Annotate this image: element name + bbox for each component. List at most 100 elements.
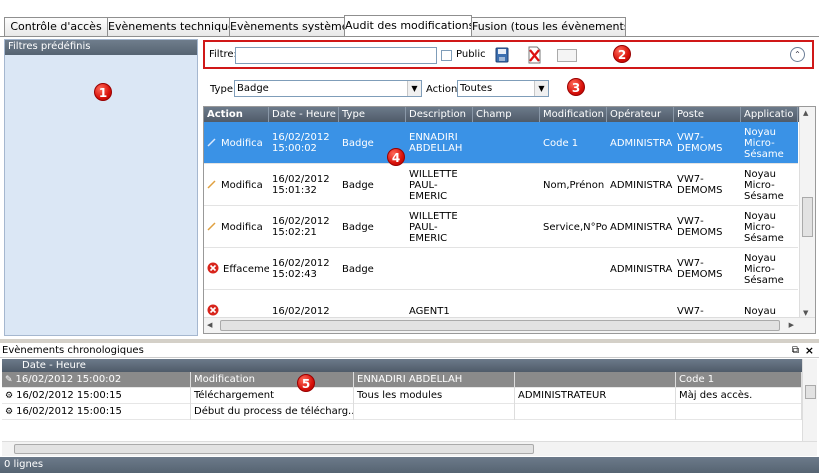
type-select-value: Badge — [237, 83, 269, 94]
cell-application: Noyau Micro-Sésame — [741, 206, 798, 248]
description-text: ENNADIRI ABDELLAH — [409, 132, 463, 154]
grid-row[interactable]: Effaceme 16/02/2012 15:02:43 Badge ADMINIST… — [204, 248, 798, 290]
close-icon[interactable]: × — [805, 343, 814, 358]
poste-text: VW7-DEMOMS — [677, 258, 723, 280]
cell-operateur: ADMINISTRA — [607, 206, 674, 248]
date-text: 16/02/2012 — [272, 305, 330, 317]
tab-fusion[interactable]: Fusion (tous les évènements) — [471, 17, 626, 36]
operateur-text: ADMINISTRA — [610, 179, 673, 191]
col-event-date[interactable]: Date - Heure — [22, 359, 86, 372]
operateur-text: ADMINISTRA — [610, 221, 673, 233]
grid-row[interactable]: Modifica 16/02/2012 15:00:02 Badge ENNADIRI… — [204, 122, 798, 164]
pencil-icon: ✎ — [5, 375, 13, 385]
event-row[interactable]: ⚙ 16/02/2012 15:00:15 Téléchargement Tous l… — [2, 388, 802, 404]
cell-poste: VW7-DEMOMS — [674, 206, 741, 248]
action-text: Modifica — [221, 137, 263, 149]
cell-type: Badge — [339, 248, 406, 290]
type-select[interactable]: Badge ▼ — [234, 80, 422, 97]
event-c2-text: Téléchargement — [194, 390, 275, 401]
cell-application: Noyau Micro-Sésame — [741, 122, 798, 164]
modification-text: Nom,Prénon — [543, 179, 605, 191]
events-vertical-scrollbar[interactable] — [802, 359, 817, 441]
filter-toolbar: Filtre: Public 2 ⌃ — [203, 40, 814, 69]
pencil-icon — [207, 221, 217, 234]
filter-input[interactable] — [235, 47, 437, 64]
modification-text: Code 1 — [543, 137, 579, 149]
event-row[interactable]: ⚙ 16/02/2012 15:00:15 Début du process de … — [2, 404, 802, 420]
gear-icon: ⚙ — [5, 407, 14, 417]
poste-text: VW7-DEMOMS — [677, 216, 723, 238]
poste-text: VW7-DEMOMS — [677, 174, 723, 196]
cell-description — [406, 248, 473, 290]
col-action[interactable]: Action — [204, 107, 269, 122]
col-date[interactable]: Date - Heure — [269, 107, 339, 122]
event-cell-c4 — [515, 404, 676, 420]
event-row[interactable]: ✎ 16/02/2012 15:00:02 Modification ENNADIRI… — [2, 372, 802, 388]
filter-label: Filtre: — [209, 49, 237, 60]
cell-type: Badge — [339, 164, 406, 206]
col-operateur[interactable]: Opérateur — [607, 107, 674, 122]
cell-modification: Code 1 — [540, 122, 607, 164]
modification-text: Service,N°Po — [543, 221, 607, 233]
col-type[interactable]: Type — [339, 107, 406, 122]
events-vertical-scroll-thumb[interactable] — [805, 385, 816, 399]
col-application[interactable]: Applicatio — [741, 107, 798, 122]
application-text: Noyau — [744, 305, 776, 317]
grid-row[interactable]: Modifica 16/02/2012 15:01:32 Badge WILLETTE… — [204, 164, 798, 206]
action-text: Modifica — [221, 221, 263, 233]
action-select[interactable]: Toutes ▼ — [457, 80, 549, 97]
event-cell-date: ✎ 16/02/2012 15:00:02 — [2, 372, 191, 388]
cell-operateur: ADMINISTRA — [607, 122, 674, 164]
cell-poste: VW7-DEMOMS — [674, 164, 741, 206]
scroll-right-icon[interactable]: ▶ — [789, 321, 794, 329]
events-horizontal-scrollbar[interactable] — [2, 441, 817, 456]
event-c5-text: Code 1 — [679, 374, 715, 385]
tab-audit-modifications[interactable]: Audit des modifications — [344, 15, 472, 37]
grid-horizontal-scrollbar[interactable]: ◀ ▶ — [204, 317, 815, 333]
event-cell-c3: ENNADIRI ABDELLAH — [354, 372, 515, 388]
horizontal-scroll-thumb[interactable] — [220, 320, 780, 331]
grid-row[interactable]: Modifica 16/02/2012 15:02:21 Badge WILLETTE… — [204, 206, 798, 248]
application-text: Noyau Micro-Sésame — [744, 168, 784, 202]
event-cell-c3 — [354, 404, 515, 420]
operateur-text: ADMINISTRA — [610, 137, 673, 149]
event-cell-date: ⚙ 16/02/2012 15:00:15 — [2, 388, 191, 404]
event-c5-text: Màj des accès. — [679, 390, 753, 401]
scroll-left-icon[interactable]: ◀ — [207, 321, 212, 329]
events-horizontal-scroll-thumb[interactable] — [14, 444, 534, 454]
tab-evenements-techniques[interactable]: Evènements techniques — [107, 17, 230, 36]
audit-grid: Action Date - Heure Type Description Cha… — [203, 106, 816, 334]
public-checkbox[interactable] — [441, 50, 452, 61]
chronological-events-header: Evènements chronologiques ⧉ × — [0, 343, 819, 358]
date-text: 16/02/2012 15:01:32 — [272, 174, 330, 196]
tab-evenements-systeme[interactable]: Evènements système — [229, 17, 345, 36]
save-icon[interactable] — [495, 47, 509, 63]
event-c3-text: Tous les modules — [357, 390, 443, 401]
tab-bar: Contrôle d'accès Evènements techniques E… — [0, 0, 819, 37]
poste-text: VW7- — [677, 305, 704, 317]
cell-description: ENNADIRI ABDELLAH — [406, 122, 473, 164]
cell-action: Effaceme — [204, 248, 269, 290]
col-description[interactable]: Description — [406, 107, 473, 122]
vertical-scroll-thumb[interactable] — [802, 197, 813, 237]
collapse-icon[interactable]: ⌃ — [790, 47, 805, 62]
grid-vertical-scrollbar[interactable]: ▲ ▼ — [799, 107, 815, 319]
application-text: Noyau Micro-Sésame — [744, 126, 784, 160]
delete-filter-icon[interactable] — [527, 46, 541, 64]
cell-modification — [540, 248, 607, 290]
cell-poste: VW7-DEMOMS — [674, 248, 741, 290]
float-window-icon[interactable]: ⧉ — [792, 343, 799, 358]
chronological-events-title: Evènements chronologiques — [2, 345, 144, 356]
blank-button[interactable] — [557, 49, 577, 62]
event-cell-c4 — [515, 372, 676, 388]
scroll-up-icon[interactable]: ▲ — [803, 109, 808, 117]
cell-action: Modifica — [204, 206, 269, 248]
col-champ[interactable]: Champ — [473, 107, 540, 122]
col-poste[interactable]: Poste — [674, 107, 741, 122]
cell-champ — [473, 248, 540, 290]
col-modification[interactable]: Modification — [540, 107, 607, 122]
tab-controle-acces[interactable]: Contrôle d'accès — [4, 17, 108, 36]
scroll-down-icon[interactable]: ▼ — [803, 309, 808, 317]
cell-description: WILLETTE PAUL-EMERIC — [406, 206, 473, 248]
event-cell-c5: Code 1 — [676, 372, 802, 388]
